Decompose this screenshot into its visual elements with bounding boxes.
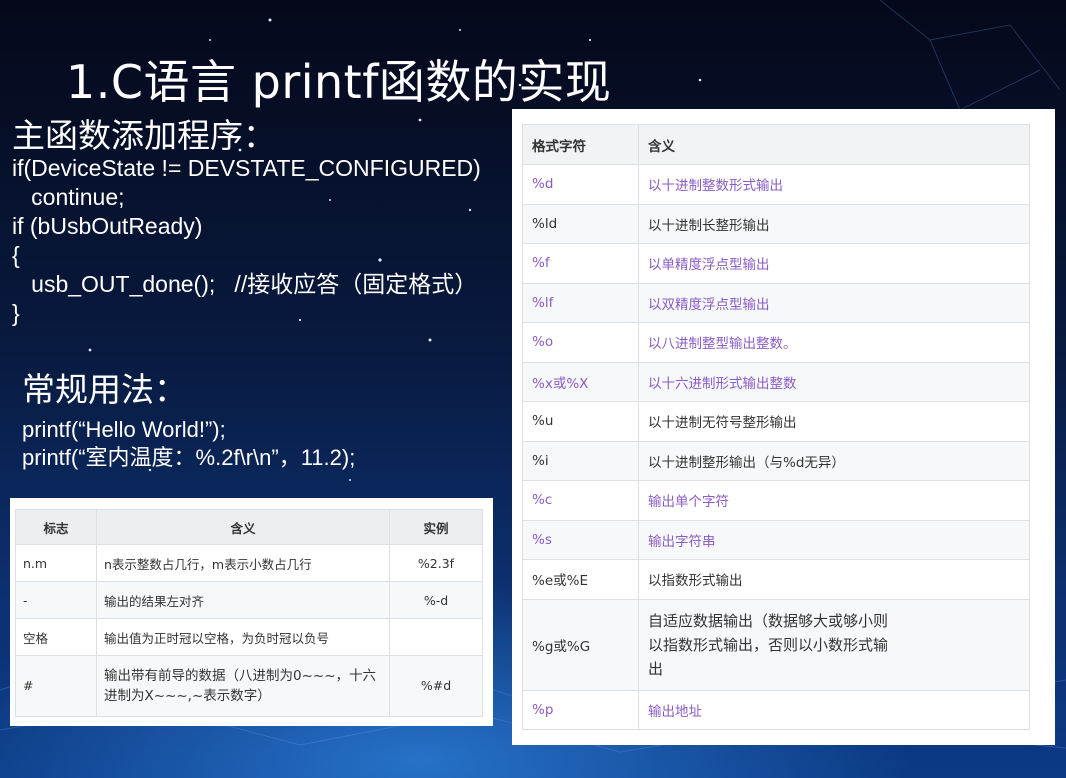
format-meaning: 以十进制整形输出（与%d无异） bbox=[638, 440, 1030, 481]
table-row: %x或%X 以十六进制形式输出整数 bbox=[522, 361, 1030, 402]
format-code-link[interactable]: %p bbox=[522, 689, 639, 730]
format-meaning-link[interactable]: 输出地址 bbox=[638, 689, 1030, 730]
format-meaning: 以十进制长整形输出 bbox=[638, 203, 1030, 244]
code-line: usb_OUT_done(); //接收应答（固定格式） bbox=[12, 271, 478, 297]
table-row: %u 以十进制无符号整形输出 bbox=[522, 401, 1030, 442]
format-meaning: 以十进制无符号整形输出 bbox=[638, 401, 1030, 442]
table-row: %ld 以十进制长整形输出 bbox=[522, 203, 1030, 244]
format-code: %g或%G bbox=[522, 598, 639, 691]
column-header: 含义 bbox=[638, 124, 1030, 165]
format-meaning-link[interactable]: 以八进制整型输出整数。 bbox=[638, 322, 1030, 363]
format-meaning: 自适应数据输出（数据够大或够小则以指数形式输出，否则以小数形式输出 bbox=[638, 598, 1030, 691]
code-line: printf(“Hello World!”); bbox=[22, 417, 226, 442]
code-line: } bbox=[12, 300, 20, 326]
flag-table-panel: 标志 含义 实例 n.m n表示整数占几行，m表示小数占几行 %2.3f - 输… bbox=[10, 498, 493, 726]
format-code-link[interactable]: %f bbox=[522, 243, 639, 284]
format-code-link[interactable]: %x或%X bbox=[522, 361, 639, 402]
flag-table: 标志 含义 实例 n.m n表示整数占几行，m表示小数占几行 %2.3f - 输… bbox=[15, 509, 483, 717]
table-row: # 输出带有前导的数据（八进制为0~~~，十六进制为X~~~,~表示数字） %#… bbox=[15, 655, 483, 717]
usage-heading: 常规用法： bbox=[22, 370, 187, 409]
format-code-link[interactable]: %o bbox=[522, 322, 639, 363]
flag-cell: # bbox=[15, 655, 97, 717]
format-code-link[interactable]: %c bbox=[522, 480, 639, 521]
format-code-link[interactable]: %d bbox=[522, 164, 639, 205]
table-header-row: 标志 含义 实例 bbox=[15, 509, 483, 545]
table-row: n.m n表示整数占几行，m表示小数占几行 %2.3f bbox=[15, 544, 483, 582]
format-code-link[interactable]: %lf bbox=[522, 282, 639, 323]
column-header: 实例 bbox=[389, 509, 483, 545]
column-header: 格式字符 bbox=[522, 124, 639, 165]
main-program-heading: 主函数添加程序： bbox=[12, 116, 276, 155]
table-row: %f 以单精度浮点型输出 bbox=[522, 243, 1030, 284]
format-meaning-link[interactable]: 以双精度浮点型输出 bbox=[638, 282, 1030, 323]
meaning-cell: 输出带有前导的数据（八进制为0~~~，十六进制为X~~~,~表示数字） bbox=[96, 655, 390, 717]
table-header-row: 格式字符 含义 bbox=[522, 124, 1030, 165]
format-code: %i bbox=[522, 440, 639, 481]
main-program-section: 主函数添加程序： if(DeviceState != DEVSTATE_CONF… bbox=[12, 118, 512, 328]
table-row: %o 以八进制整型输出整数。 bbox=[522, 322, 1030, 363]
table-row: %e或%E 以指数形式输出 bbox=[522, 559, 1030, 600]
table-row: %d 以十进制整数形式输出 bbox=[522, 164, 1030, 205]
column-header: 含义 bbox=[96, 509, 390, 545]
format-code: %e或%E bbox=[522, 559, 639, 600]
code-line: printf(“室内温度：%.2f\r\n”，11.2); bbox=[22, 445, 356, 470]
table-row: 空格 输出值为正时冠以空格，为负时冠以负号 bbox=[15, 618, 483, 656]
table-row: %c 输出单个字符 bbox=[522, 480, 1030, 521]
meaning-cell: n表示整数占几行，m表示小数占几行 bbox=[96, 544, 390, 582]
table-row: %s 输出字符串 bbox=[522, 519, 1030, 560]
page-title: 1.C语言 printf函数的实现 bbox=[66, 55, 612, 109]
flag-cell: 空格 bbox=[15, 618, 97, 656]
usage-section: 常规用法： printf(“Hello World!”); printf(“室内… bbox=[22, 372, 502, 472]
meaning-cell: 输出的结果左对齐 bbox=[96, 581, 390, 619]
code-line: continue; bbox=[12, 184, 125, 210]
example-cell: %2.3f bbox=[389, 544, 483, 582]
code-line: if(DeviceState != DEVSTATE_CONFIGURED) bbox=[12, 155, 481, 181]
example-cell bbox=[389, 618, 483, 656]
example-cell: %-d bbox=[389, 581, 483, 619]
format-code: %ld bbox=[522, 203, 639, 244]
table-row: %lf 以双精度浮点型输出 bbox=[522, 282, 1030, 323]
table-row: %p 输出地址 bbox=[522, 689, 1030, 730]
code-line: { bbox=[12, 242, 20, 268]
meaning-cell: 输出值为正时冠以空格，为负时冠以负号 bbox=[96, 618, 390, 656]
format-meaning: 以指数形式输出 bbox=[638, 559, 1030, 600]
format-meaning-link[interactable]: 以十进制整数形式输出 bbox=[638, 164, 1030, 205]
format-specifier-table: 格式字符 含义 %d 以十进制整数形式输出 %ld 以十进制长整形输出 %f 以单精度… bbox=[522, 124, 1030, 730]
format-meaning-link[interactable]: 输出单个字符 bbox=[638, 480, 1030, 521]
format-table-panel: 格式字符 含义 %d 以十进制整数形式输出 %ld 以十进制长整形输出 %f 以单精度… bbox=[512, 109, 1055, 745]
table-row: - 输出的结果左对齐 %-d bbox=[15, 581, 483, 619]
code-line: if (bUsbOutReady) bbox=[12, 213, 203, 239]
column-header: 标志 bbox=[15, 509, 97, 545]
flag-cell: - bbox=[15, 581, 97, 619]
table-row: %g或%G 自适应数据输出（数据够大或够小则以指数形式输出，否则以小数形式输出 bbox=[522, 598, 1030, 691]
flag-cell: n.m bbox=[15, 544, 97, 582]
format-code: %u bbox=[522, 401, 639, 442]
format-meaning-link[interactable]: 以单精度浮点型输出 bbox=[638, 243, 1030, 284]
format-meaning-link[interactable]: 以十六进制形式输出整数 bbox=[638, 361, 1030, 402]
table-row: %i 以十进制整形输出（与%d无异） bbox=[522, 440, 1030, 481]
format-meaning-link[interactable]: 输出字符串 bbox=[638, 519, 1030, 560]
format-code-link[interactable]: %s bbox=[522, 519, 639, 560]
example-cell: %#d bbox=[389, 655, 483, 717]
